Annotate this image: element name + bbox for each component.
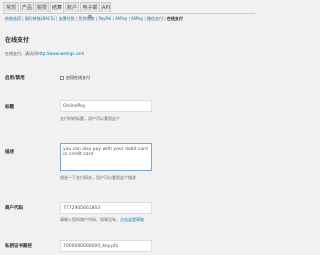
private-key-input[interactable]: 7000000000000_key.pfx: [60, 240, 152, 252]
title-input[interactable]: OnlinePay: [60, 100, 152, 112]
tab-tax[interactable]: 税费: [35, 2, 49, 12]
tab-checkout[interactable]: 结算: [50, 2, 64, 13]
title-label: 标题: [5, 105, 14, 110]
private-key-label: 私钥证书路径: [5, 244, 32, 249]
tab-general[interactable]: 常规: [3, 2, 19, 12]
subnav-item-checkout-options[interactable]: 结账选项: [5, 16, 21, 21]
settings-tabs: 常规 产品 税费 结算 账户 电子邮件 API: [3, 2, 255, 21]
merchant-id-help: 请输入您的商户代码，如果没有，点击这里获取: [60, 217, 144, 222]
enable-checkbox-label[interactable]: 启用在线支付: [66, 75, 90, 81]
merchant-id-input[interactable]: 7772905661803: [60, 202, 152, 214]
section-description: 在线支付，请访问http://www.wenrgs.com: [5, 51, 85, 56]
checkout-subnav: 结账选项 | 银行转账(BACS) | 支票付款 | 货到付款 | PayPal…: [5, 16, 183, 21]
subnav-item-online-pay[interactable]: 在线支付: [167, 16, 183, 21]
subnav-item-alipay-2[interactable]: AliPay: [131, 16, 143, 21]
tab-products[interactable]: 产品: [20, 2, 34, 12]
subnav-item-wechat[interactable]: 微信支付: [147, 16, 163, 21]
subnav-item-paypal[interactable]: PayPal: [98, 16, 111, 21]
tab-email[interactable]: 电子邮件: [80, 2, 100, 21]
subnav-item-bacs[interactable]: 银行转账(BACS): [25, 16, 55, 21]
get-merchant-id-link[interactable]: 点击这里获取: [120, 217, 144, 222]
tab-accounts[interactable]: 账户: [65, 2, 79, 12]
description-textarea[interactable]: you can also pay with your debit card or…: [60, 143, 152, 171]
website-link[interactable]: http://www.wenrgs.com: [37, 51, 84, 56]
merchant-id-label: 商户代码: [5, 206, 23, 211]
description-label: 描述: [5, 150, 14, 155]
enable-checkbox[interactable]: [60, 76, 64, 80]
subnav-item-alipay[interactable]: AliPay: [115, 16, 127, 21]
title-help: 支付时的标题，用户可以看到这个: [60, 116, 120, 121]
subnav-item-cheque[interactable]: 支票付款: [59, 16, 75, 21]
description-help: 描述一下支付网关，用户可以看到这个描述: [60, 175, 136, 180]
tab-api[interactable]: API: [101, 2, 111, 12]
page-title: 在线支付: [5, 37, 30, 44]
enable-label: 启用/禁用: [5, 76, 25, 81]
subnav-item-cod[interactable]: 货到付款: [79, 16, 95, 21]
